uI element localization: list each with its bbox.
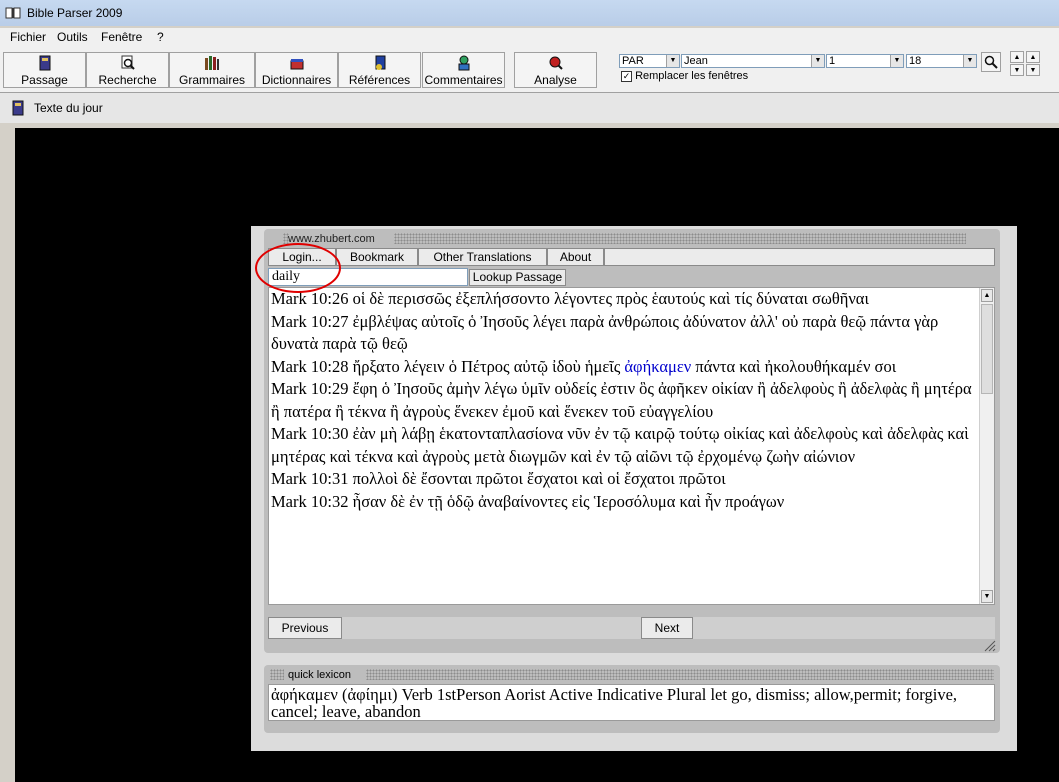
document-title: Texte du jour — [34, 101, 103, 115]
commentary-icon — [458, 55, 469, 71]
scroll-down-icon[interactable]: ▼ — [981, 590, 993, 603]
references-label: Références — [348, 73, 411, 87]
analyse-button[interactable]: Analyse — [514, 52, 597, 88]
dictionnaires-label: Dictionnaires — [261, 73, 332, 87]
verse-text: πάντα καὶ ἠκολουθήκαμέν σοι — [691, 356, 897, 376]
references-button[interactable]: Références — [338, 52, 421, 88]
version-select[interactable]: PAR ▼ — [619, 54, 680, 68]
chevron-down-icon[interactable]: ▼ — [811, 55, 824, 67]
passage-label: Passage — [21, 73, 68, 87]
go-button[interactable] — [981, 52, 1001, 72]
verse-list: Mark 10:26 οἱ δὲ περισσῶς ἐξεπλήσσοντο λ… — [271, 288, 976, 513]
verse-line: Mark 10:28 ἤρξατο λέγειν ὁ Πέτρος αὐτῷ ἰ… — [271, 356, 976, 379]
titlebar-dots — [394, 233, 966, 244]
book-icon — [12, 100, 24, 116]
next-button[interactable]: Next — [641, 617, 693, 639]
analyse-label: Analyse — [534, 73, 577, 87]
grammaires-label: Grammaires — [178, 73, 245, 87]
version-select-value: PAR — [622, 55, 644, 67]
passage-button[interactable]: Passage — [3, 52, 86, 88]
analysis-icon — [549, 56, 563, 70]
lexicon-text: ἀφήκαμεν (ἀφίημι) Verb 1stPerson Aorist … — [268, 684, 995, 721]
previous-button[interactable]: Previous — [268, 617, 342, 639]
recherche-label: Recherche — [98, 73, 157, 87]
book-select[interactable]: Jean ▼ — [681, 54, 825, 68]
scroll-up-icon[interactable]: ▲ — [981, 289, 993, 302]
menu-help[interactable]: ? — [157, 30, 164, 44]
verse-line: Mark 10:26 οἱ δὲ περισσῶς ἐξεπλήσσοντο λ… — [271, 289, 869, 308]
verse-text: Mark 10:28 ἤρξατο λέγειν ὁ Πέτρος αὐτῷ ἰ… — [271, 356, 625, 376]
spin-down-right-button[interactable]: ▼ — [1026, 64, 1040, 76]
grip-dots — [270, 669, 284, 680]
book-icon — [39, 55, 50, 71]
grammaires-button[interactable]: Grammaires — [169, 52, 255, 88]
lexicon-title: quick lexicon — [288, 669, 351, 681]
checkmark-icon[interactable]: ✓ — [621, 70, 632, 82]
magnifier-icon — [121, 55, 135, 70]
book-app-icon — [5, 7, 21, 19]
highlighted-word[interactable]: ἀφήκαμεν — [624, 357, 691, 376]
nav-spacer — [604, 248, 995, 266]
chapter-select-value: 1 — [829, 55, 836, 67]
dictionary-icon — [290, 59, 303, 70]
lookup-passage-button[interactable]: Lookup Passage — [469, 269, 566, 286]
spin-down-left-button[interactable]: ▼ — [1010, 64, 1024, 76]
replace-windows-label: Remplacer les fenêtres — [635, 70, 749, 82]
pager-bar — [268, 617, 995, 639]
spin-up-left-button[interactable]: ▲ — [1010, 51, 1024, 63]
chevron-down-icon[interactable]: ▼ — [666, 55, 679, 67]
verse-line: Mark 10:29 ἔφη ὁ Ἰησοῦς ἀμὴν λέγω ὑμῖν ο… — [271, 379, 972, 421]
toolbar: Passage Recherche Grammaires Dictionnair… — [0, 46, 1059, 93]
verse-line: Mark 10:32 ἦσαν δὲ ἐν τῇ ὁδῷ ἀναβαίνοντε… — [271, 491, 785, 511]
verse-line: Mark 10:30 ἐὰν μὴ λάβῃ ἑκατονταπλασίονα … — [271, 424, 969, 466]
window-title: Bible Parser 2009 — [27, 6, 123, 20]
verse-line: Mark 10:31 πολλοὶ δὲ ἔσονται πρῶτοι ἔσχα… — [271, 469, 726, 488]
recherche-button[interactable]: Recherche — [86, 52, 169, 88]
resize-grip-icon[interactable] — [984, 640, 996, 652]
books-icon — [205, 56, 219, 70]
dictionnaires-button[interactable]: Dictionnaires — [255, 52, 338, 88]
spin-up-right-button[interactable]: ▲ — [1026, 51, 1040, 63]
other-translations-button[interactable]: Other Translations — [418, 248, 547, 266]
chapter-select[interactable]: 1 ▼ — [826, 54, 904, 68]
annotation-circle — [255, 243, 341, 293]
verse-line: Mark 10:27 ἐμβλέψας αὐτοῖς ὁ Ἰησοῦς λέγε… — [271, 311, 939, 354]
chevron-down-icon[interactable]: ▼ — [890, 55, 903, 67]
document-bar: Texte du jour — [0, 93, 1059, 123]
menu-outils[interactable]: Outils — [57, 30, 88, 44]
verse-text-area[interactable]: Mark 10:26 οἱ δὲ περισσῶς ἐξεπλήσσοντο λ… — [268, 287, 995, 605]
scroll-thumb[interactable] — [981, 304, 993, 394]
chevron-down-icon[interactable]: ▼ — [963, 55, 976, 67]
bookmark-button[interactable]: Bookmark — [336, 248, 418, 266]
about-button[interactable]: About — [547, 248, 604, 266]
menu-bar: Fichier Outils Fenêtre ? — [0, 28, 1059, 46]
vertical-scrollbar[interactable]: ▲ ▼ — [979, 288, 994, 604]
verse-select-value: 18 — [909, 55, 922, 67]
search-icon — [984, 55, 998, 69]
replace-windows-checkbox[interactable]: ✓ Remplacer les fenêtres — [621, 70, 748, 82]
menu-fenetre[interactable]: Fenêtre — [101, 30, 142, 44]
verse-select[interactable]: 18 ▼ — [906, 54, 977, 68]
lexicon-title-dots — [366, 669, 994, 680]
commentaires-label: Commentaires — [424, 73, 503, 87]
book-select-value: Jean — [684, 55, 708, 67]
commentaires-button[interactable]: Commentaires — [422, 52, 505, 88]
references-icon — [375, 55, 385, 70]
title-bar: Bible Parser 2009 — [0, 0, 1059, 26]
menu-fichier[interactable]: Fichier — [10, 30, 46, 44]
